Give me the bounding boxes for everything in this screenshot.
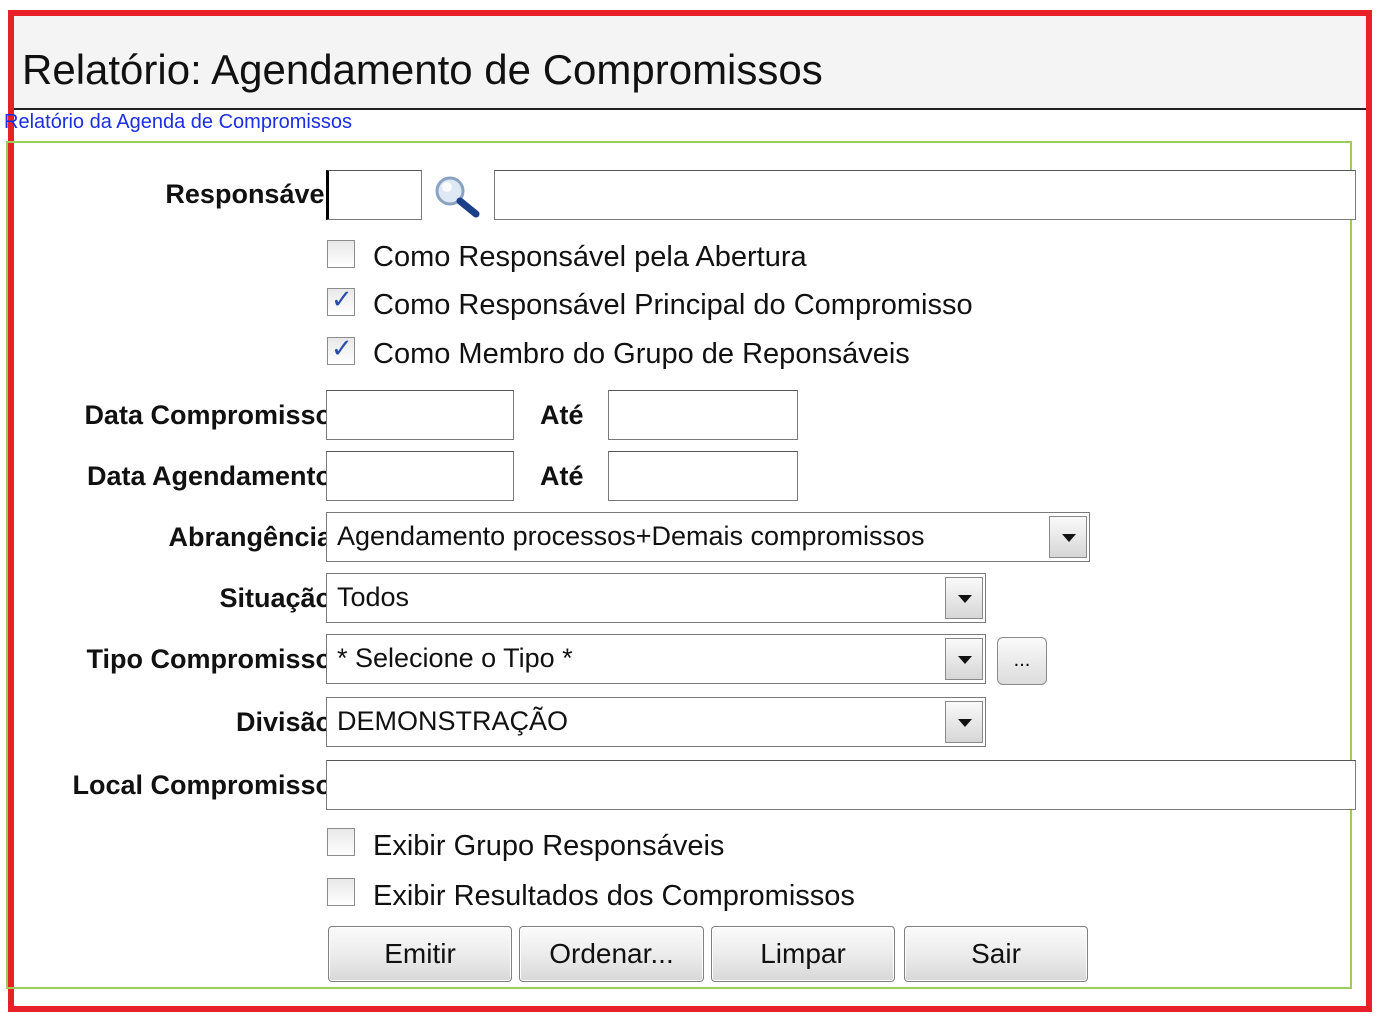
local-compromisso-label: Local Compromisso	[72, 770, 332, 800]
responsavel-code-input[interactable]	[326, 170, 422, 220]
checkbox-label-exibir-resultados: Exibir Resultados dos Compromissos	[373, 880, 855, 912]
tipo-compromisso-selected-value: * Selecione o Tipo *	[337, 643, 573, 673]
ordenar-button[interactable]: Ordenar...	[519, 926, 704, 982]
search-icon[interactable]	[430, 172, 482, 218]
abrangencia-selected-value: Agendamento processos+Demais compromisso…	[337, 521, 925, 551]
checkbox-responsavel-principal[interactable]	[327, 285, 355, 316]
checkbox-responsavel-abertura[interactable]	[327, 240, 355, 268]
data-compromisso-to-input[interactable]	[608, 390, 798, 440]
checkbox-exibir-resultados[interactable]	[327, 878, 355, 906]
data-compromisso-ate-label: Até	[540, 400, 584, 430]
divisao-select[interactable]: DEMONSTRAÇÃO	[326, 697, 986, 747]
checkbox-label-responsavel-abertura: Como Responsável pela Abertura	[373, 241, 807, 273]
tipo-compromisso-select[interactable]: * Selecione o Tipo *	[326, 634, 986, 684]
checkbox-label-exibir-grupo: Exibir Grupo Responsáveis	[373, 830, 725, 862]
local-compromisso-input[interactable]	[326, 760, 1356, 810]
abrangencia-label: Abrangência	[168, 522, 332, 552]
tipo-compromisso-label: Tipo Compromisso	[86, 644, 332, 674]
tipo-compromisso-more-button[interactable]: ...	[997, 637, 1047, 685]
checkbox-label-membro-grupo: Como Membro do Grupo de Reponsáveis	[373, 338, 910, 370]
situacao-selected-value: Todos	[337, 582, 410, 612]
data-compromisso-from-input[interactable]	[326, 390, 514, 440]
abrangencia-select[interactable]: Agendamento processos+Demais compromisso…	[326, 512, 1090, 562]
limpar-button[interactable]: Limpar	[711, 926, 895, 982]
divisao-selected-value: DEMONSTRAÇÃO	[337, 706, 569, 736]
chevron-down-icon[interactable]	[945, 577, 983, 619]
situacao-label: Situação	[219, 583, 332, 613]
divisao-label: Divisão	[235, 707, 332, 737]
data-agendamento-to-input[interactable]	[608, 451, 798, 501]
chevron-down-icon[interactable]	[945, 701, 983, 743]
sair-button[interactable]: Sair	[904, 926, 1088, 982]
checkbox-label-responsavel-principal: Como Responsável Principal do Compromiss…	[373, 289, 973, 321]
data-compromisso-label: Data Compromisso	[84, 400, 332, 430]
emitir-button[interactable]: Emitir	[328, 926, 512, 982]
page-title: Relatório: Agendamento de Compromissos	[22, 46, 823, 93]
report-subtitle-link[interactable]: Relatório da Agenda de Compromissos	[4, 111, 352, 134]
data-agendamento-label: Data Agendamento	[86, 461, 332, 491]
checkbox-membro-grupo[interactable]	[327, 334, 355, 365]
responsavel-name-input[interactable]	[494, 170, 1356, 220]
chevron-down-icon[interactable]	[945, 638, 983, 680]
title-bar: Relatório: Agendamento de Compromissos	[14, 16, 1366, 110]
situacao-select[interactable]: Todos	[326, 573, 986, 623]
checkbox-exibir-grupo[interactable]	[327, 828, 355, 856]
data-agendamento-ate-label: Até	[540, 461, 584, 491]
chevron-down-icon[interactable]	[1049, 516, 1087, 558]
data-agendamento-from-input[interactable]	[326, 451, 514, 501]
responsavel-label: Responsável	[165, 179, 332, 209]
